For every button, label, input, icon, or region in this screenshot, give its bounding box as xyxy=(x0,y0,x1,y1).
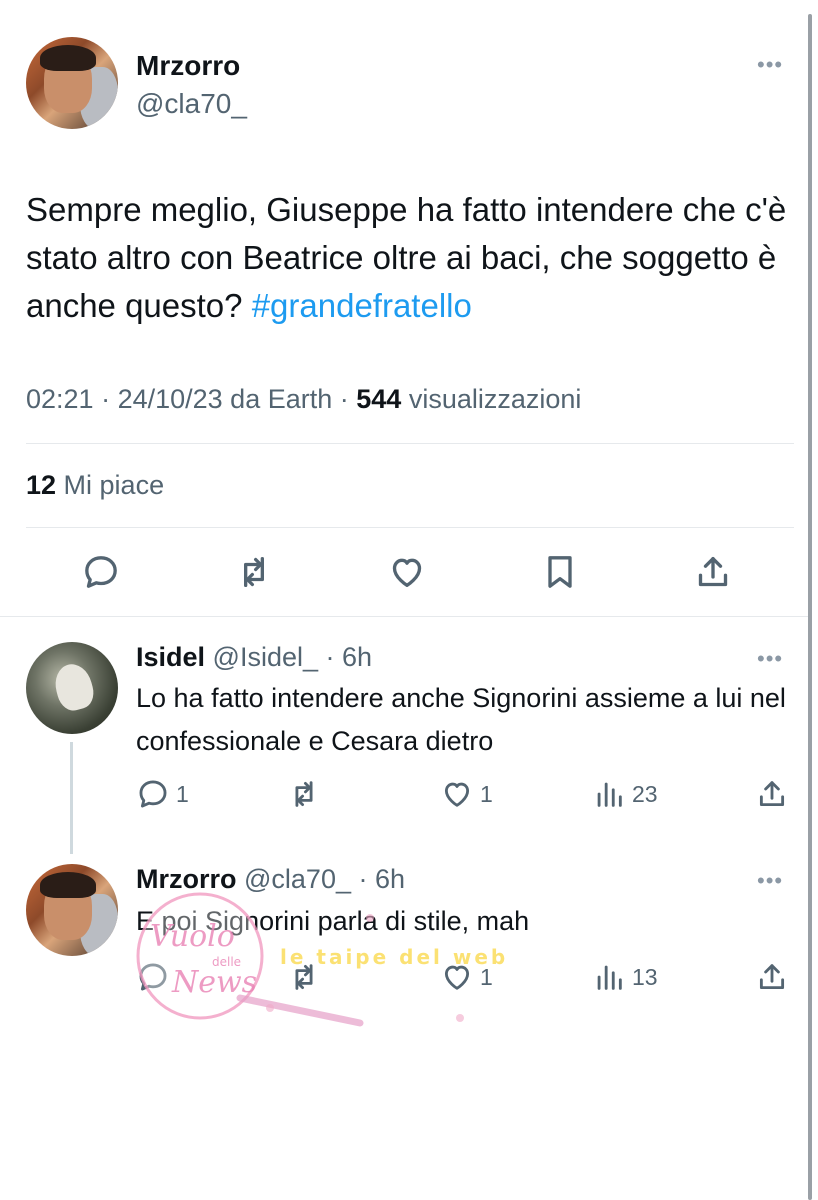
likes-summary[interactable]: 12 Mi piace xyxy=(26,470,164,501)
reply-author-name[interactable]: Mrzorro xyxy=(136,864,237,894)
avatar[interactable] xyxy=(26,37,118,129)
likes-count: 12 xyxy=(26,470,57,500)
views-label: visualizzazioni xyxy=(401,384,582,414)
view-count: 23 xyxy=(632,780,658,807)
view-count: 13 xyxy=(632,963,658,990)
views-button[interactable]: 23 xyxy=(592,777,658,811)
tweet-date-source[interactable]: 24/10/23 da Earth xyxy=(118,384,333,414)
tweet-meta: 02:21 · 24/10/23 da Earth · 544 visualiz… xyxy=(26,384,581,415)
hashtag-link[interactable]: #grandefratello xyxy=(252,287,472,324)
section-divider xyxy=(0,616,808,617)
views-button[interactable]: 13 xyxy=(592,960,658,994)
views-icon xyxy=(597,965,622,990)
reply-author-handle[interactable]: @cla70_ · 6h xyxy=(237,864,405,894)
author-handle[interactable]: @cla70_ xyxy=(136,88,247,120)
tweet-time[interactable]: 02:21 xyxy=(26,384,94,414)
like-button[interactable]: 1 xyxy=(440,960,493,994)
reply-button[interactable]: 1 xyxy=(136,777,189,811)
divider xyxy=(26,527,794,528)
share-icon xyxy=(759,964,785,990)
views-count: 544 xyxy=(356,384,402,414)
author-name[interactable]: Mrzorro xyxy=(136,50,240,82)
bookmark-icon[interactable] xyxy=(538,550,582,594)
avatar-hair xyxy=(40,45,96,71)
reply-count: 1 xyxy=(176,780,189,807)
reply-text: E poi Signorini parla di stile, mah xyxy=(136,906,530,936)
like-icon xyxy=(444,965,470,990)
retweet-icon xyxy=(295,964,313,990)
watermark-script: News xyxy=(171,965,257,1000)
tweet-text: Sempre meglio, Giuseppe ha fatto intende… xyxy=(26,186,796,330)
like-icon[interactable] xyxy=(385,550,429,594)
avatar-hair xyxy=(40,872,96,898)
avatar-bird xyxy=(50,660,98,714)
retweet-icon[interactable] xyxy=(232,550,276,594)
views-icon xyxy=(597,782,622,807)
like-count: 1 xyxy=(480,963,493,990)
reply-header: Isidel @Isidel_ · 6h xyxy=(136,642,372,673)
share-icon xyxy=(759,781,785,807)
reply-icon[interactable] xyxy=(79,550,123,594)
more-options-icon[interactable]: ••• xyxy=(757,868,783,894)
avatar[interactable] xyxy=(26,642,118,734)
scrollbar[interactable] xyxy=(808,14,812,1200)
share-button[interactable] xyxy=(755,777,789,811)
like-icon xyxy=(444,782,470,807)
share-icon[interactable] xyxy=(691,550,735,594)
retweet-button[interactable] xyxy=(287,960,327,994)
watermark-small: delle xyxy=(212,955,241,969)
reply-button[interactable] xyxy=(136,960,176,994)
reply-text: Lo ha fatto intendere anche Signorini as… xyxy=(136,683,786,756)
reply-icon xyxy=(139,780,167,808)
likes-label: Mi piace xyxy=(56,470,165,500)
share-button[interactable] xyxy=(755,960,789,994)
meta-separator: · xyxy=(332,384,357,414)
like-count: 1 xyxy=(480,780,493,807)
avatar[interactable] xyxy=(26,864,118,956)
divider xyxy=(26,443,794,444)
retweet-button[interactable] xyxy=(287,777,327,811)
meta-separator: · xyxy=(93,384,118,414)
more-options-icon[interactable]: ••• xyxy=(757,52,783,78)
reply-header: Mrzorro @cla70_ · 6h xyxy=(136,864,405,895)
reply-author-name[interactable]: Isidel xyxy=(136,642,205,672)
reply-author-handle[interactable]: @Isidel_ · 6h xyxy=(205,642,372,672)
reply-icon xyxy=(139,963,167,991)
retweet-icon xyxy=(295,781,313,807)
thread-line xyxy=(70,742,73,854)
more-options-icon[interactable]: ••• xyxy=(757,646,783,672)
like-button[interactable]: 1 xyxy=(440,777,493,811)
